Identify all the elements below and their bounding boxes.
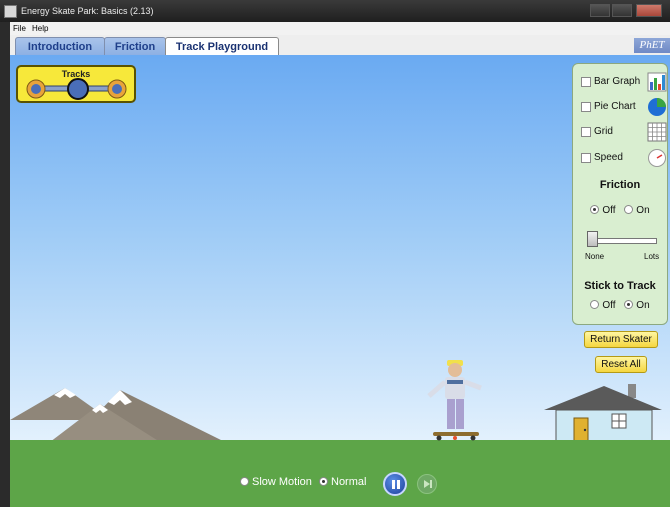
- friction-radio-group: Off On: [573, 205, 667, 216]
- friction-on-radio[interactable]: [624, 205, 634, 214]
- tab-bar: Introduction Friction Track Playground P…: [10, 35, 670, 55]
- grid-label: Grid: [594, 126, 613, 137]
- tab-introduction[interactable]: Introduction: [15, 37, 105, 55]
- friction-off-radio[interactable]: [590, 205, 600, 214]
- pie-chart-label: Pie Chart: [594, 101, 636, 112]
- control-panel: Bar Graph Pie Chart Grid Speed Friction …: [572, 63, 668, 325]
- pie-chart-icon: [648, 98, 666, 116]
- speed-option[interactable]: Speed: [581, 148, 667, 168]
- return-skater-button[interactable]: Return Skater: [584, 331, 658, 348]
- friction-on-label: On: [636, 205, 650, 216]
- phet-logo: PhET: [634, 38, 670, 53]
- stick-on-radio[interactable]: [624, 300, 634, 309]
- bar-graph-option[interactable]: Bar Graph: [581, 72, 667, 92]
- speedometer-icon: [648, 149, 666, 167]
- friction-slider-thumb[interactable]: [587, 231, 598, 247]
- window-titlebar: Energy Skate Park: Basics (2.13): [0, 0, 670, 22]
- house-illustration: [544, 384, 662, 442]
- normal-speed-label: Normal: [331, 476, 367, 488]
- stick-off-label: Off: [602, 300, 616, 311]
- skater-figure[interactable]: [425, 358, 485, 442]
- friction-title: Friction: [599, 179, 641, 191]
- menu-bar: File Help: [10, 22, 670, 35]
- grid-checkbox[interactable]: [581, 127, 591, 137]
- pie-chart-option[interactable]: Pie Chart: [581, 97, 667, 117]
- grid-option[interactable]: Grid: [581, 122, 667, 142]
- track-piece-icon[interactable]: [22, 77, 130, 101]
- stick-off-option[interactable]: Off: [590, 300, 616, 311]
- friction-off-label: Off: [602, 205, 616, 216]
- stick-to-track-radio-group: Off On: [573, 300, 667, 311]
- close-button[interactable]: [636, 4, 662, 17]
- step-forward-button[interactable]: [417, 474, 437, 494]
- menu-file[interactable]: File: [13, 24, 26, 33]
- grid-icon: [647, 122, 667, 142]
- java-app-icon: [4, 5, 17, 18]
- ground: [10, 440, 670, 507]
- normal-speed-option[interactable]: Normal: [319, 476, 366, 488]
- friction-on-option[interactable]: On: [624, 205, 650, 216]
- bar-graph-checkbox[interactable]: [581, 77, 591, 87]
- window-title: Energy Skate Park: Basics (2.13): [21, 6, 154, 16]
- stick-to-track-title: Stick to Track: [584, 280, 656, 292]
- bar-graph-label: Bar Graph: [594, 76, 641, 87]
- menu-help[interactable]: Help: [32, 24, 48, 33]
- slow-motion-option[interactable]: Slow Motion: [240, 476, 312, 488]
- friction-slider-max-label: Lots: [644, 252, 660, 261]
- maximize-button[interactable]: [612, 4, 632, 17]
- stick-on-label: On: [636, 300, 650, 311]
- tab-track-playground[interactable]: Track Playground: [165, 37, 279, 55]
- tab-friction[interactable]: Friction: [104, 37, 166, 55]
- slow-motion-label: Slow Motion: [252, 476, 312, 488]
- friction-slider-track[interactable]: [589, 238, 657, 244]
- mountains-illustration: [10, 388, 225, 442]
- minimize-button[interactable]: [590, 4, 610, 17]
- friction-off-option[interactable]: Off: [590, 205, 616, 216]
- pie-chart-checkbox[interactable]: [581, 102, 591, 112]
- bar-graph-icon: [647, 72, 667, 92]
- stick-off-radio[interactable]: [590, 300, 600, 309]
- reset-all-button[interactable]: Reset All: [595, 356, 647, 373]
- speed-checkbox[interactable]: [581, 153, 591, 163]
- slow-motion-radio[interactable]: [240, 477, 249, 486]
- pause-button[interactable]: [383, 472, 407, 496]
- speed-label: Speed: [594, 152, 623, 163]
- friction-slider-min-label: None: [585, 252, 605, 261]
- stick-on-option[interactable]: On: [624, 300, 650, 311]
- normal-speed-radio[interactable]: [319, 477, 328, 486]
- tracks-toolbox[interactable]: Tracks: [16, 65, 136, 103]
